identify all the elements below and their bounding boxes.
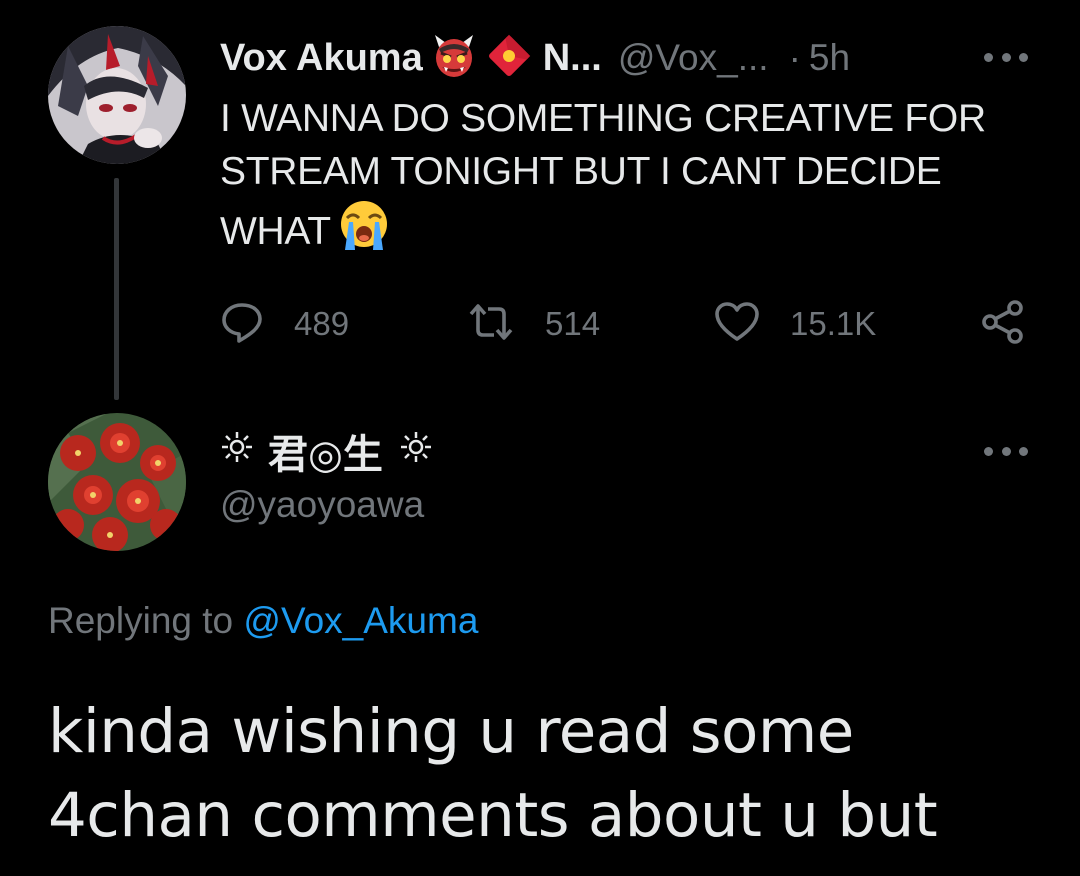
tweet-actions: 489 514 15.1K xyxy=(220,296,1040,352)
share-icon xyxy=(980,299,1026,350)
handle[interactable]: @Vox_... xyxy=(618,37,769,79)
reply-display-name-text: 君◎生 xyxy=(268,433,383,477)
heart-icon xyxy=(714,300,760,349)
more-options-icon[interactable] xyxy=(984,50,1028,64)
share-button[interactable] xyxy=(980,296,1026,352)
like-button[interactable]: 15.1K xyxy=(714,296,876,352)
timestamp[interactable]: 5h xyxy=(809,37,850,79)
like-count: 15.1K xyxy=(790,305,877,342)
replying-to: Replying to @Vox_Akuma xyxy=(48,600,478,642)
display-name[interactable]: Vox Akuma xyxy=(220,37,423,80)
separator-dot: · xyxy=(788,37,801,78)
tweet-text-content: I WANNA DO SOMETHING CREATIVE FOR STREAM… xyxy=(220,97,986,253)
mention-link[interactable]: @Vox_Akuma xyxy=(243,600,478,641)
retweet-icon xyxy=(467,300,515,349)
japanese-ogre-icon xyxy=(431,33,477,84)
tweet-text: I WANNA DO SOMETHING CREATIVE FOR STREAM… xyxy=(220,92,1040,266)
reply-handle[interactable]: @yaoyoawa xyxy=(220,484,424,526)
retweet-button[interactable]: 514 xyxy=(467,296,600,352)
reply-icon xyxy=(220,300,264,349)
thread-line xyxy=(114,178,119,400)
reply-button[interactable]: 489 xyxy=(220,296,349,352)
loudly-crying-face-icon xyxy=(337,198,391,266)
reply-text: kinda wishing u read some 4chan comments… xyxy=(48,696,938,851)
replying-label: Replying to xyxy=(48,600,234,641)
retweet-count: 514 xyxy=(545,305,601,342)
reply-display-name[interactable]: 君◎生 xyxy=(220,424,433,478)
avatar[interactable] xyxy=(48,26,186,164)
more-options-icon[interactable] xyxy=(984,444,1028,458)
red-envelope-icon xyxy=(485,32,533,85)
display-name-truncated[interactable]: N... xyxy=(543,37,602,80)
vox-avatar-image xyxy=(48,26,186,164)
sun-symbol-icon xyxy=(220,429,254,474)
reply-count: 489 xyxy=(294,305,350,342)
tweet-header: Vox Akuma N... @Vox_... · 5h xyxy=(220,30,850,86)
tweet-thread: Vox Akuma N... @Vox_... · 5h I WANNA DO … xyxy=(0,0,1080,876)
sun-symbol-icon xyxy=(399,429,433,474)
flowers-avatar-image xyxy=(48,413,186,551)
avatar[interactable] xyxy=(48,413,186,551)
